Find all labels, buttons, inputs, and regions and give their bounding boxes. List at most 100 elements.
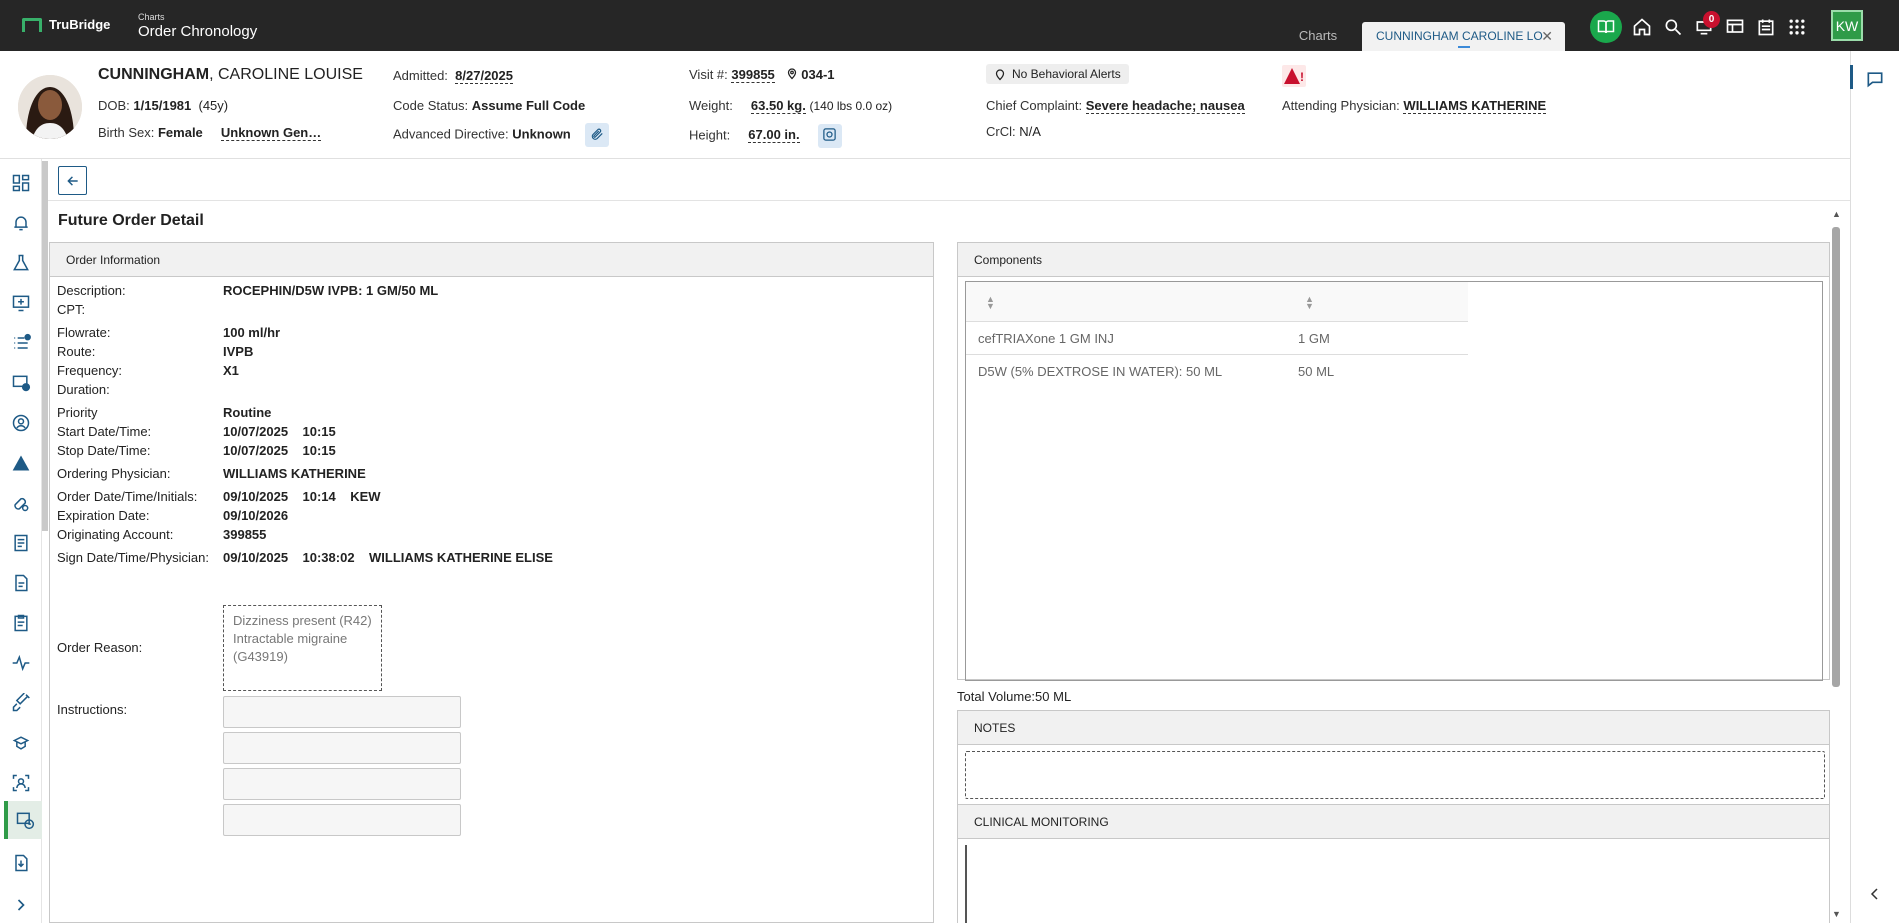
book-icon[interactable] bbox=[1590, 11, 1622, 43]
room-value: 034-1 bbox=[801, 67, 835, 82]
calendar-icon[interactable] bbox=[1755, 16, 1777, 38]
question-monitor-icon[interactable] bbox=[9, 371, 33, 395]
app-title: Order Chronology bbox=[138, 23, 258, 40]
visit-value[interactable]: 399855 bbox=[731, 67, 775, 83]
monitor-add-icon[interactable] bbox=[9, 291, 33, 315]
attending-value[interactable]: WILLIAMS KATHERINE bbox=[1403, 98, 1547, 114]
warning-triangle-icon[interactable] bbox=[9, 451, 33, 475]
birth-sex-label: Birth Sex: bbox=[98, 125, 155, 140]
notes-panel: NOTES bbox=[957, 710, 1830, 806]
svg-text:!: ! bbox=[1300, 70, 1304, 84]
lab-flask-icon[interactable] bbox=[9, 251, 33, 275]
weight-alt: (140 lbs 0.0 oz) bbox=[809, 99, 893, 113]
arrow-left-icon bbox=[66, 175, 78, 186]
order-reason-box[interactable]: Dizziness present (R42) Intractable migr… bbox=[223, 605, 382, 691]
education-icon[interactable] bbox=[9, 731, 33, 755]
main-scrollbar[interactable]: ▲ ▼ bbox=[1830, 209, 1842, 923]
attending-label: Attending Physician: bbox=[1282, 98, 1400, 113]
patient-photo bbox=[18, 75, 82, 139]
expand-nav-icon[interactable] bbox=[9, 893, 33, 917]
instruction-field-3[interactable] bbox=[223, 768, 461, 800]
admitted-label: Admitted: bbox=[393, 68, 448, 83]
page-title-block: Charts Order Chronology bbox=[138, 12, 257, 40]
table-row[interactable]: D5W (5% DEXTROSE IN WATER): 50 ML 50 ML bbox=[966, 355, 1468, 388]
tab-patient[interactable]: CUNNINGHAM CAROLINE LO ✕ bbox=[1362, 22, 1565, 51]
clipboard-icon[interactable] bbox=[9, 611, 33, 635]
order-field-label: Ordering Physician: bbox=[57, 466, 171, 481]
scroll-down-icon[interactable]: ▼ bbox=[1832, 909, 1841, 919]
notes-header: NOTES bbox=[958, 711, 1829, 745]
syringe-icon[interactable] bbox=[9, 691, 33, 715]
patient-banner: CUNNINGHAM, CAROLINE LOUISE DOB: 1/15/19… bbox=[0, 51, 1850, 159]
toolbar-icons: 0 bbox=[1590, 11, 1808, 43]
instruction-field-1[interactable] bbox=[223, 696, 461, 728]
order-field-value: 10/07/2025 10:15 bbox=[223, 424, 336, 439]
brand-logo[interactable]: TruBridge bbox=[22, 17, 110, 32]
scan-person-icon[interactable] bbox=[9, 771, 33, 795]
gender-value[interactable]: Unknown Gen… bbox=[220, 125, 322, 141]
component-amount: 1 GM bbox=[1298, 331, 1330, 346]
order-reason-line: Dizziness present (R42) bbox=[233, 613, 372, 628]
monitor-icon[interactable] bbox=[1724, 16, 1746, 38]
scale-icon[interactable] bbox=[817, 124, 842, 148]
app-window: TruBridge Charts Order Chronology Charts… bbox=[0, 0, 1899, 923]
height-value[interactable]: 67.00 in. bbox=[748, 127, 800, 144]
order-field-value: Routine bbox=[223, 405, 272, 420]
order-reason-line: Intractable migraine bbox=[233, 631, 348, 646]
brand-name: TruBridge bbox=[49, 17, 111, 32]
order-field-label: Sign Date/Time/Physician: bbox=[57, 550, 209, 565]
code-status-label: Code Status: bbox=[393, 98, 469, 113]
tab-patient-label: CUNNINGHAM CAROLINE LO bbox=[1376, 29, 1543, 43]
allergy-alert-icon[interactable]: ! bbox=[1282, 65, 1306, 87]
brand-mark-icon bbox=[22, 17, 42, 32]
components-panel: Components ▲ ▼ ▲ ▼ cefTRIAXone 1 GM INJ 1 … bbox=[957, 242, 1830, 681]
crcl-label: CrCl: bbox=[986, 124, 1016, 139]
weight-value[interactable]: 63.50 kg. bbox=[750, 98, 806, 114]
instruction-field-2[interactable] bbox=[223, 732, 461, 764]
orders-list-icon[interactable] bbox=[9, 331, 33, 355]
alarm-icon[interactable] bbox=[9, 211, 33, 235]
right-rail bbox=[1850, 51, 1899, 923]
close-icon[interactable]: ✕ bbox=[1541, 28, 1553, 45]
clinical-monitoring-header: CLINICAL MONITORING bbox=[958, 805, 1829, 839]
vitals-icon[interactable] bbox=[9, 651, 33, 675]
behavioral-alerts-badge[interactable]: No Behavioral Alerts bbox=[986, 64, 1129, 84]
pill-search-icon[interactable] bbox=[9, 491, 33, 515]
chat-icon[interactable] bbox=[1865, 69, 1885, 89]
search-icon[interactable] bbox=[1662, 16, 1684, 38]
scroll-up-icon[interactable]: ▲ bbox=[1832, 209, 1841, 219]
document-icon[interactable] bbox=[9, 531, 33, 555]
scroll-thumb[interactable] bbox=[1832, 227, 1840, 687]
tab-charts-label: Charts bbox=[1298, 28, 1338, 43]
notification-badge: 0 bbox=[1703, 11, 1720, 28]
home-icon[interactable] bbox=[1631, 16, 1653, 38]
components-table-header: ▲ ▼ ▲ ▼ bbox=[966, 282, 1468, 322]
document-download-icon[interactable] bbox=[9, 851, 33, 875]
order-field-value: 399855 bbox=[223, 527, 267, 542]
user-avatar[interactable]: KW bbox=[1831, 10, 1863, 41]
grid-apps-icon[interactable] bbox=[1786, 16, 1808, 38]
sort-icon[interactable]: ▲ ▼ bbox=[986, 295, 995, 311]
weight-label: Weight: bbox=[689, 98, 733, 113]
complaint-value[interactable]: Severe headache; nausea bbox=[1085, 98, 1245, 114]
total-volume: Total Volume:50 ML bbox=[957, 689, 1071, 704]
admitted-value[interactable]: 8/27/2025 bbox=[455, 68, 513, 84]
collapse-left-icon[interactable] bbox=[1869, 887, 1881, 901]
back-button[interactable] bbox=[58, 166, 87, 195]
bell-notify-icon[interactable]: 0 bbox=[1693, 11, 1720, 38]
component-name: D5W (5% DEXTROSE IN WATER): 50 ML bbox=[978, 364, 1223, 379]
tab-charts[interactable]: Charts bbox=[1278, 22, 1358, 51]
notes-field[interactable] bbox=[965, 751, 1825, 799]
order-chronology-icon[interactable] bbox=[4, 801, 42, 839]
dashboard-icon[interactable] bbox=[9, 171, 33, 195]
sort-icon[interactable]: ▲ ▼ bbox=[1305, 295, 1314, 311]
patient-circle-icon[interactable] bbox=[9, 411, 33, 435]
patient-last-name: CUNNINGHAM bbox=[98, 66, 210, 83]
instruction-field-4[interactable] bbox=[223, 804, 461, 836]
table-row[interactable]: cefTRIAXone 1 GM INJ 1 GM bbox=[966, 322, 1468, 355]
birth-sex-value: Female bbox=[157, 125, 203, 140]
order-field-value: X1 bbox=[223, 363, 239, 378]
paperclip-icon[interactable] bbox=[585, 123, 610, 147]
order-field-value: 100 ml/hr bbox=[223, 325, 281, 340]
document-signed-icon[interactable] bbox=[9, 571, 33, 595]
